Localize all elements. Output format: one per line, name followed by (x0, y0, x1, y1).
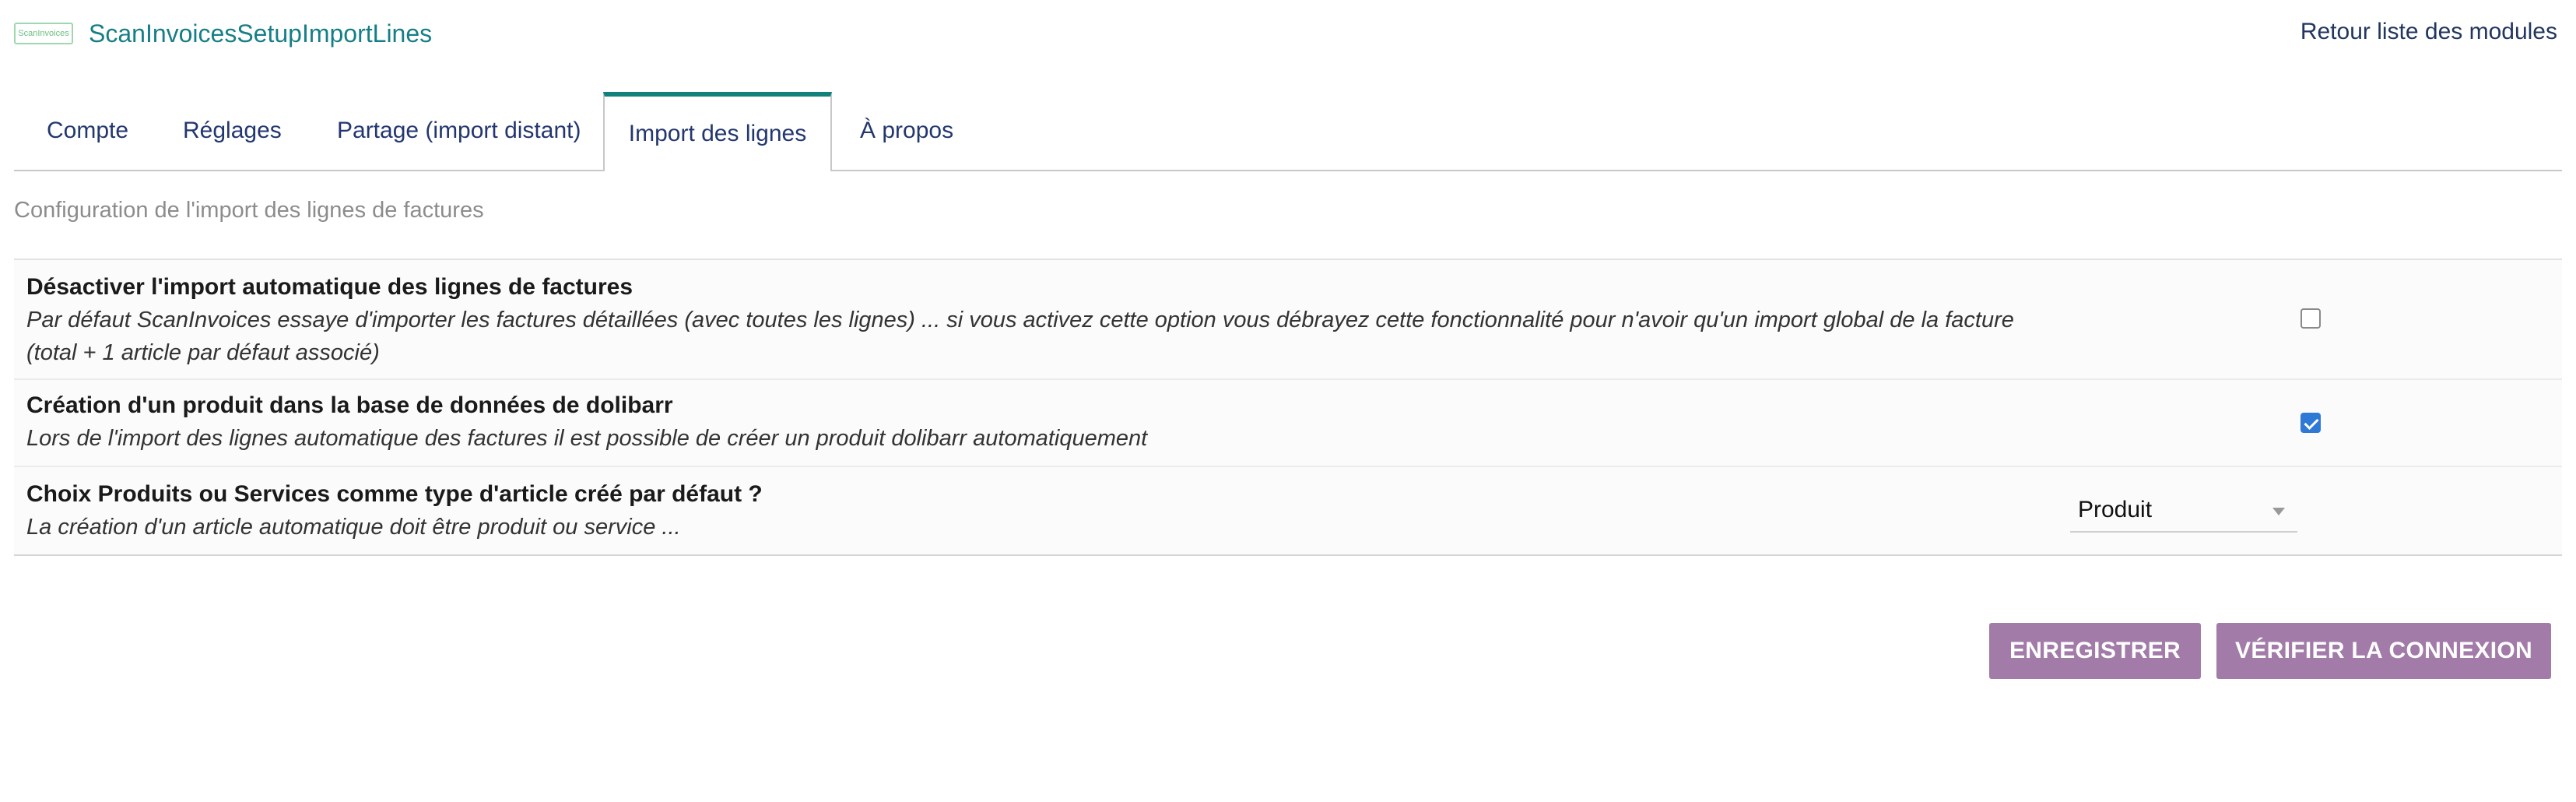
setting-description: La création d'un article automatique doi… (26, 515, 681, 540)
disable-line-import-checkbox[interactable] (2301, 308, 2321, 329)
save-button[interactable]: ENREGISTRER (1989, 623, 2201, 679)
setting-label: Choix Produits ou Services comme type d'… (26, 481, 763, 507)
section-subtitle: Configuration de l'import des lignes de … (14, 198, 484, 223)
header: ScanInvoices ScanInvoicesSetupImportLine… (14, 14, 432, 53)
page-title: ScanInvoicesSetupImportLines (89, 19, 433, 47)
caret-down-icon (2272, 508, 2285, 515)
logo-text: ScanInvoices (18, 29, 69, 38)
setting-label: Désactiver l'import automatique des lign… (26, 274, 633, 300)
setting-row: Création d'un produit dans la base de do… (14, 380, 2562, 467)
verify-connection-button[interactable]: VÉRIFIER LA CONNEXION (2216, 623, 2551, 679)
tab-partage[interactable]: Partage (import distant) (304, 92, 613, 170)
scaninvoices-logo: ScanInvoices (14, 23, 73, 44)
setting-row: Choix Produits ou Services comme type d'… (14, 467, 2562, 554)
back-to-modules-link[interactable]: Retour liste des modules (2301, 19, 2557, 45)
tab-a-propos[interactable]: À propos (827, 92, 986, 170)
article-type-select-value: Produit (2078, 497, 2153, 522)
create-product-checkbox[interactable] (2301, 413, 2321, 433)
tab-reglages[interactable]: Réglages (150, 92, 314, 170)
tab-import-lignes[interactable]: Import des lignes (603, 92, 832, 171)
settings-table: Désactiver l'import automatique des lign… (14, 259, 2562, 556)
tab-compte[interactable]: Compte (14, 92, 161, 170)
setting-description: Par défaut ScanInvoices essaye d'importe… (26, 308, 2014, 365)
setting-row: Désactiver l'import automatique des lign… (14, 260, 2562, 380)
tab-bar: Compte Réglages Partage (import distant)… (14, 92, 2562, 171)
setting-label: Création d'un produit dans la base de do… (26, 392, 673, 418)
setting-description: Lors de l'import des lignes automatique … (26, 426, 1148, 451)
article-type-select[interactable]: Produit (2070, 489, 2297, 533)
